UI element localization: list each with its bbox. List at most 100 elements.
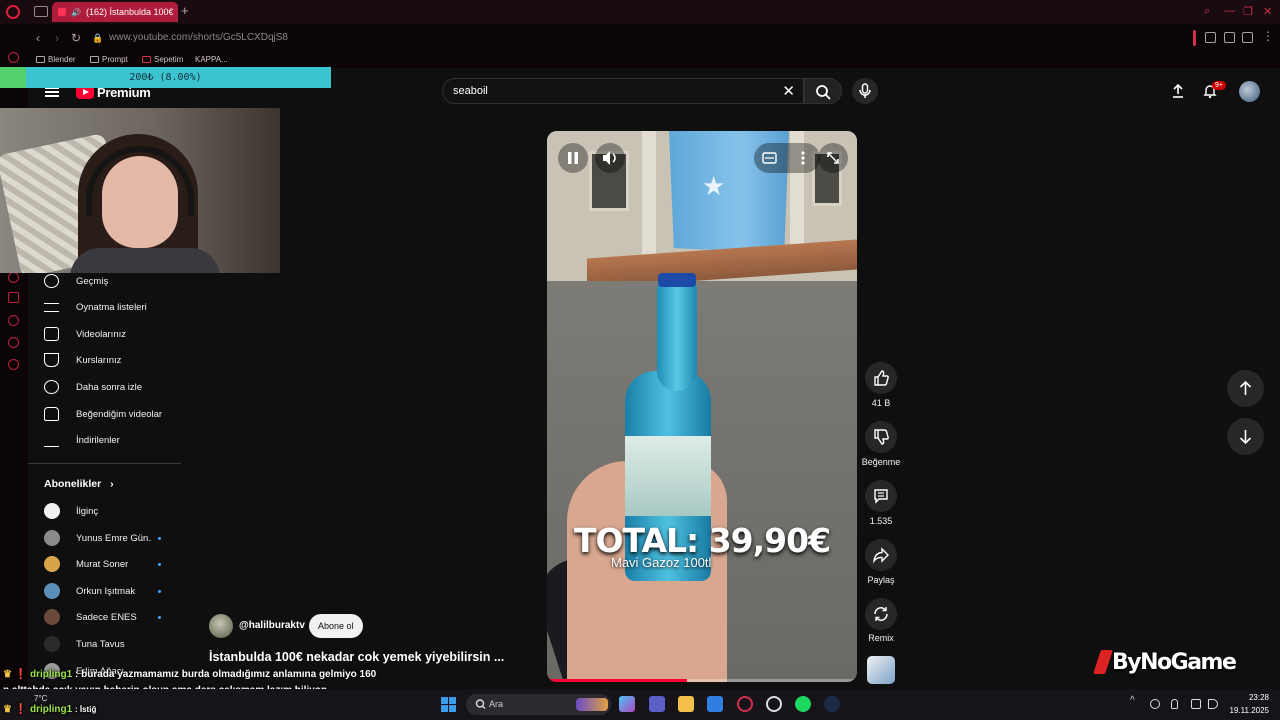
channel-avatar [44,636,60,652]
minimize-icon[interactable]: — [1224,5,1235,17]
dislike-label: Beğenme [861,457,901,467]
new-tab-icon[interactable]: + [181,3,189,18]
subscriptions-header[interactable]: Abonelikler › [44,478,114,490]
system-clock[interactable]: 23:28 19.11.2025 [1230,693,1269,715]
sound-thumbnail[interactable] [867,656,895,684]
clear-search-icon[interactable]: ✕ [782,82,795,100]
guide-item-your-videos[interactable]: Videolarınız [44,325,126,343]
remix-button[interactable] [865,598,897,630]
taskbar-search-input[interactable]: Ara [466,694,611,715]
snapshot-icon[interactable] [1224,32,1235,43]
search-icon [475,699,486,710]
bookmark-sepetim[interactable]: Sepetim [142,55,183,64]
speaker-icon[interactable]: 🔊 [71,8,81,17]
guide-item-liked-videos[interactable]: Beğendiğim videolar [44,405,162,423]
pause-button[interactable] [558,143,588,173]
opera-logo-icon[interactable] [6,5,20,19]
sidebar-downloads-icon[interactable] [8,337,19,348]
volume-button[interactable] [595,143,625,173]
channel-avatar[interactable] [209,614,233,638]
maximize-icon[interactable]: ❐ [1243,5,1253,18]
windows-start-icon[interactable] [441,697,456,712]
folder-icon [90,56,99,63]
captions-icon[interactable] [754,143,784,173]
new-content-dot [158,589,161,593]
sidebar-bookmarks-icon[interactable] [8,292,19,303]
video-progress-bar[interactable] [547,679,857,682]
menu-icon[interactable]: ⋮ [1262,29,1274,43]
search-button[interactable] [804,78,842,104]
short-title[interactable]: İstanbulda 100€ nekadar cok yemek yiyebi… [209,650,504,664]
clock-time: 23:28 [1248,693,1269,702]
guide-item-history[interactable]: Geçmiş [44,272,108,290]
subscription-yunus-emre[interactable]: Yunus Emre Gün... [44,529,164,547]
guide-item-courses[interactable]: Kurslarınız [44,351,121,369]
menu-icon[interactable] [45,87,59,97]
comments-button[interactable] [865,480,897,512]
remix-icon [874,607,888,621]
todo-icon[interactable] [707,696,723,712]
bookmark-prompt[interactable]: Prompt [90,55,128,64]
bookmark-kappa[interactable]: KAPPA... [195,55,228,64]
shorts-video-player[interactable]: ★ TOTAL: 39,90€ Mavi Gazoz 100tl [547,131,857,682]
teams-icon[interactable] [649,696,665,712]
subscription-tuna-tavus[interactable]: Tuna Tavus [44,635,164,653]
next-short-button[interactable] [1227,418,1264,455]
search-input[interactable]: seaboil ✕ [442,78,804,104]
file-explorer-icon[interactable] [678,696,694,712]
previous-short-button[interactable] [1227,370,1264,407]
account-avatar[interactable] [1239,81,1260,102]
video-overlay-caption: Mavi Gazoz 100tl [611,555,712,570]
subscribe-button[interactable]: Abone ol [309,614,363,638]
subscription-orkun-isitmak[interactable]: Orkun Işıtmak [44,582,164,600]
volume-icon[interactable] [1208,699,1218,709]
dislike-button[interactable] [865,421,897,453]
fullscreen-button[interactable] [818,143,848,173]
folder-icon [36,56,45,63]
close-icon[interactable]: ✕ [1263,5,1272,18]
like-button[interactable] [865,362,897,394]
browser-tab-active[interactable]: 🔊 (162) İstanbulda 100€ [52,2,178,22]
tray-overflow-icon[interactable]: ^ [1130,695,1140,706]
opera-gx-icon[interactable] [737,696,753,712]
back-icon[interactable]: ‹ [36,31,40,45]
channel-avatar [44,609,60,625]
spotify-icon[interactable] [795,696,811,712]
network-icon[interactable] [1191,699,1201,709]
sidebar-music-icon[interactable] [8,272,19,283]
search-highlight-icon [576,698,608,711]
reload-icon[interactable]: ↻ [71,31,81,45]
tab-list-icon[interactable] [34,6,48,17]
history-icon [44,274,59,288]
bookmark-blender[interactable]: Blender [36,55,76,64]
donation-goal-text: 200₺ (8.00%) [129,72,202,83]
guide-item-watch-later[interactable]: Daha sonra izle [44,378,142,396]
voice-search-button[interactable] [852,78,878,104]
search-tabs-icon[interactable]: ⌕ [1204,5,1210,18]
more-options-icon[interactable] [788,143,818,173]
share-button[interactable] [865,539,897,571]
microphone-icon[interactable] [1171,699,1178,709]
onedrive-icon[interactable] [1150,699,1160,709]
forward-icon[interactable]: › [55,31,59,45]
guide-item-downloads[interactable]: İndirilenler [44,431,120,449]
extensions-icon[interactable] [1205,32,1216,43]
copilot-icon[interactable] [619,696,635,712]
sidebar-settings-icon[interactable] [8,359,19,370]
player-options-group [754,143,820,173]
subscription-sadece-enes[interactable]: Sadece ENES [44,608,164,626]
weather-widget[interactable]: 7°C [34,694,47,703]
guide-item-playlists[interactable]: Oynatma listeleri [44,298,147,316]
download-icon[interactable] [1242,32,1253,43]
subscription-ilginc[interactable]: İlginç [44,502,164,520]
sidebar-history-icon[interactable] [8,315,19,326]
app-icon[interactable] [766,696,782,712]
lock-icon[interactable]: 🔒 [92,33,103,44]
steam-icon[interactable] [824,696,840,712]
sidebar-reload-icon[interactable] [8,52,19,63]
subscription-murat-soner[interactable]: Murat Soner [44,555,164,573]
url-field[interactable]: www.youtube.com/shorts/Gc5LCXDqjS8 [109,32,288,43]
new-content-dot [158,615,161,619]
channel-name[interactable]: @halilburaktv [239,620,305,631]
upload-icon[interactable] [1170,83,1186,99]
